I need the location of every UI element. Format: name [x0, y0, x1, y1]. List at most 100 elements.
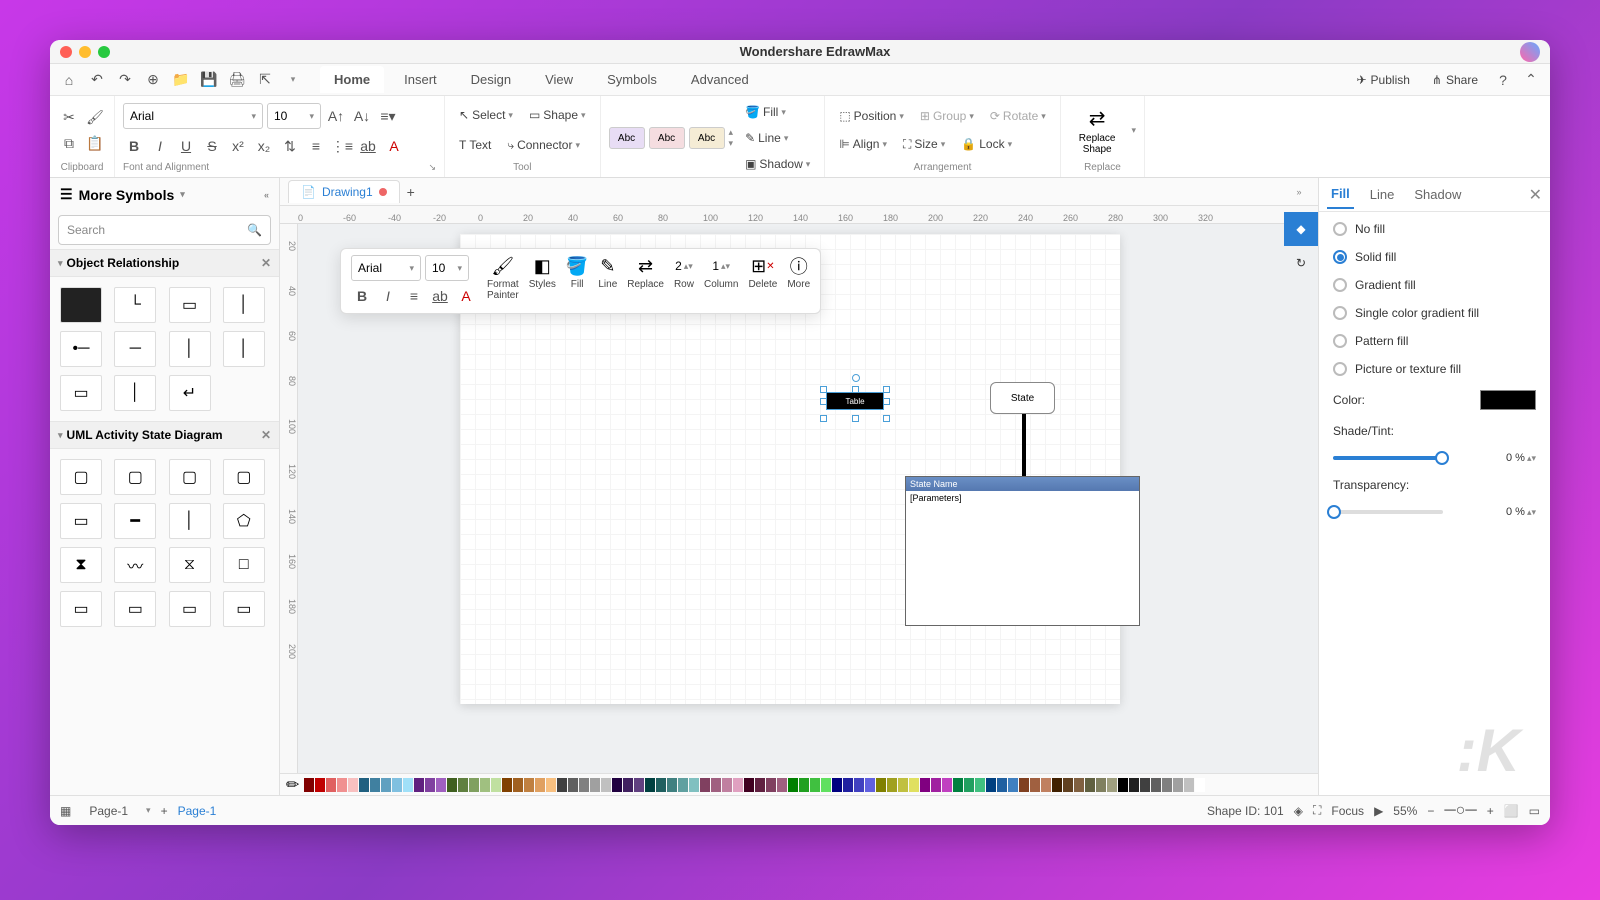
rotate-menu[interactable]: ⟳Rotate▾ — [984, 104, 1052, 128]
shape-thumb[interactable]: ▭ — [60, 591, 102, 627]
color-swatch[interactable] — [480, 778, 490, 792]
color-swatch[interactable] — [821, 778, 831, 792]
color-swatch[interactable] — [931, 778, 941, 792]
color-swatch[interactable] — [876, 778, 886, 792]
align-icon[interactable]: ≡▾ — [377, 105, 399, 127]
color-swatch[interactable] — [469, 778, 479, 792]
shadow-menu[interactable]: ▣Shadow▾ — [739, 152, 816, 176]
float-replace[interactable]: ⇄Replace — [627, 255, 664, 290]
new-tab-icon[interactable]: + — [400, 181, 422, 203]
tab-symbols[interactable]: Symbols — [593, 66, 671, 93]
save-icon[interactable]: 💾 — [198, 69, 220, 91]
paint-mode-icon[interactable]: ◆ — [1284, 212, 1318, 246]
tab-home[interactable]: Home — [320, 66, 384, 93]
color-swatch[interactable] — [777, 778, 787, 792]
color-swatch[interactable] — [733, 778, 743, 792]
float-fill[interactable]: 🪣Fill — [566, 255, 588, 290]
connector-line[interactable] — [1022, 414, 1026, 476]
shape-thumb[interactable]: │ — [114, 375, 156, 411]
tab-design[interactable]: Design — [457, 66, 525, 93]
style-preset-3[interactable]: Abc — [689, 127, 725, 149]
tab-line[interactable]: Line — [1366, 181, 1399, 208]
color-swatch[interactable] — [436, 778, 446, 792]
color-swatch[interactable] — [1041, 778, 1051, 792]
float-align-icon[interactable]: ≡ — [403, 285, 425, 307]
color-swatch[interactable] — [590, 778, 600, 792]
styles-up-icon[interactable]: ▴ — [729, 127, 734, 138]
color-swatch[interactable] — [1074, 778, 1084, 792]
color-swatch[interactable] — [986, 778, 996, 792]
replace-shape-button[interactable]: ⇄ ReplaceShape — [1069, 102, 1126, 159]
resize-handle[interactable] — [820, 415, 827, 422]
color-swatch[interactable] — [535, 778, 545, 792]
color-swatch[interactable] — [1184, 778, 1194, 792]
color-swatch[interactable] — [1030, 778, 1040, 792]
close-group-icon[interactable]: ✕ — [261, 256, 271, 270]
fit-width-icon[interactable]: ▭ — [1529, 804, 1540, 818]
fit-page-icon[interactable]: ⬜ — [1504, 804, 1519, 818]
shape-thumb[interactable]: ⧗ — [60, 547, 102, 583]
shape-thumb[interactable]: ▢ — [60, 459, 102, 495]
color-swatch[interactable] — [953, 778, 963, 792]
styles-down-icon[interactable]: ▾ — [729, 138, 734, 149]
text-direction-icon[interactable]: ⇅ — [279, 135, 301, 157]
color-swatch[interactable] — [568, 778, 578, 792]
shape-thumb[interactable]: ▭ — [114, 591, 156, 627]
radio-solid-fill[interactable]: Solid fill — [1333, 250, 1536, 264]
page-dropdown[interactable]: Page-1 — [81, 802, 136, 820]
bullets-icon[interactable]: ⋮≡ — [331, 135, 353, 157]
color-swatch[interactable] — [689, 778, 699, 792]
line-menu[interactable]: ✎Line▾ — [739, 126, 816, 150]
group-menu[interactable]: ⊞Group▾ — [914, 104, 980, 128]
shape-thumb[interactable]: ▭ — [223, 591, 265, 627]
color-swatch[interactable] — [744, 778, 754, 792]
color-swatch[interactable] — [513, 778, 523, 792]
stepper-icon[interactable]: ▴▾ — [1527, 507, 1536, 518]
color-swatch[interactable] — [645, 778, 655, 792]
help-icon[interactable]: ? — [1492, 69, 1514, 91]
new-icon[interactable]: ⊕ — [142, 69, 164, 91]
state-detail-shape[interactable]: State Name [Parameters] — [905, 476, 1140, 626]
size-select[interactable]: 10▾ — [267, 103, 321, 129]
resize-handle[interactable] — [883, 415, 890, 422]
shape-thumb[interactable]: └ — [114, 287, 156, 323]
color-swatch[interactable] — [1140, 778, 1150, 792]
zoom-in-icon[interactable]: + — [1487, 804, 1494, 818]
share-button[interactable]: ⋔Share — [1424, 70, 1486, 90]
align-menu[interactable]: ⊫Align▾ — [833, 132, 893, 156]
resize-handle[interactable] — [820, 398, 827, 405]
size-menu[interactable]: ⛶Size▾ — [897, 132, 951, 156]
color-swatch[interactable] — [975, 778, 985, 792]
shape-thumb[interactable] — [60, 287, 102, 323]
tab-fill[interactable]: Fill — [1327, 180, 1354, 209]
color-swatch[interactable] — [678, 778, 688, 792]
color-swatch[interactable] — [1107, 778, 1117, 792]
color-swatch[interactable] — [425, 778, 435, 792]
shape-thumb[interactable]: ⬠ — [223, 503, 265, 539]
color-swatch[interactable] — [865, 778, 875, 792]
connector-tool[interactable]: ⤷Connector▾ — [501, 133, 586, 157]
resize-handle[interactable] — [820, 386, 827, 393]
color-swatch[interactable] — [766, 778, 776, 792]
state-shape[interactable]: State — [990, 382, 1055, 414]
color-swatch[interactable] — [788, 778, 798, 792]
color-swatch[interactable] — [403, 778, 413, 792]
color-swatch[interactable] — [843, 778, 853, 792]
float-line[interactable]: ✎Line — [598, 255, 617, 290]
doc-tab-drawing1[interactable]: 📄 Drawing1 — [288, 180, 400, 203]
shape-thumb[interactable]: •─ — [60, 331, 102, 367]
grow-font-icon[interactable]: A↑ — [325, 105, 347, 127]
color-swatch[interactable] — [579, 778, 589, 792]
color-swatch[interactable] — [667, 778, 677, 792]
color-swatch[interactable] — [414, 778, 424, 792]
line-spacing-icon[interactable]: ≡ — [305, 135, 327, 157]
shape-thumb[interactable]: ▢ — [114, 459, 156, 495]
tab-insert[interactable]: Insert — [390, 66, 451, 93]
tab-view[interactable]: View — [531, 66, 587, 93]
collapse-ribbon-icon[interactable]: ⌃ — [1520, 69, 1542, 91]
zoom-out-icon[interactable]: − — [1427, 804, 1434, 818]
color-swatch[interactable] — [700, 778, 710, 792]
paste-icon[interactable]: 📋 — [84, 132, 106, 154]
color-swatch[interactable] — [799, 778, 809, 792]
tab-advanced[interactable]: Advanced — [677, 66, 763, 93]
